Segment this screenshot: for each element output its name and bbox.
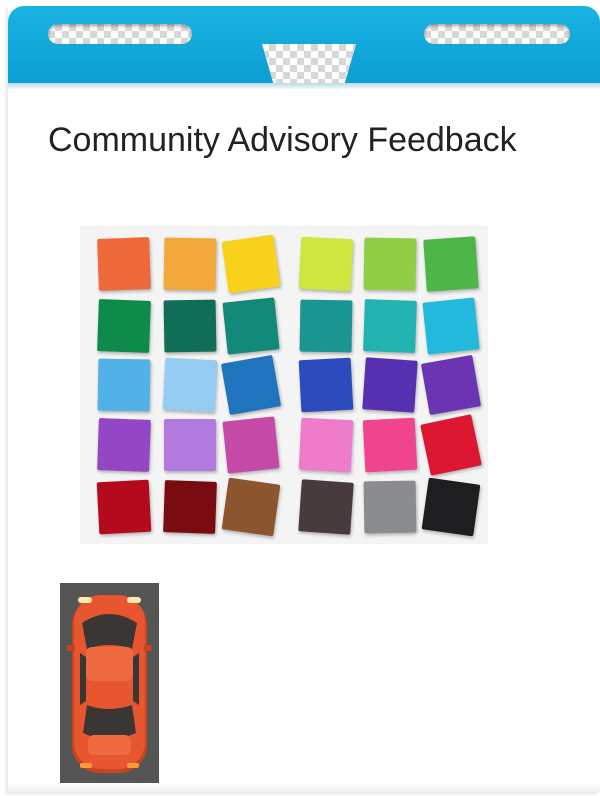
color-swatch — [163, 480, 217, 534]
color-swatch-grid — [80, 226, 488, 544]
color-swatch — [97, 418, 151, 472]
color-swatch — [299, 299, 353, 353]
color-swatch — [363, 299, 417, 353]
car-top-view-icon — [67, 595, 152, 773]
color-swatch — [298, 236, 354, 292]
color-swatch — [222, 297, 280, 355]
color-swatch — [420, 354, 482, 416]
color-swatch — [298, 479, 354, 535]
board-header-bar — [8, 6, 600, 83]
color-swatch — [164, 419, 216, 471]
color-swatch — [96, 479, 152, 535]
flip-chart-board: Community Advisory Feedback — [8, 6, 600, 792]
color-swatch — [362, 417, 418, 473]
color-swatch — [97, 299, 151, 353]
color-swatch — [362, 357, 418, 413]
color-swatch — [221, 234, 281, 294]
color-swatch — [363, 480, 417, 534]
header-slot-left — [48, 24, 192, 44]
color-swatch — [423, 236, 479, 292]
color-swatch — [363, 237, 417, 291]
color-swatch — [163, 237, 217, 291]
color-swatch — [298, 357, 354, 413]
color-swatch — [162, 357, 218, 413]
header-rim — [8, 83, 600, 89]
header-slot-right — [424, 24, 570, 44]
color-swatch — [222, 416, 280, 474]
board-clip — [262, 44, 356, 83]
page-title: Community Advisory Feedback — [48, 121, 517, 159]
color-swatch — [163, 299, 217, 353]
color-swatch — [220, 354, 282, 416]
paper-bottom-edge — [8, 784, 600, 792]
color-swatch — [422, 297, 480, 355]
color-swatch — [97, 237, 151, 291]
color-swatch — [221, 477, 281, 537]
car-image — [60, 583, 159, 783]
color-swatch — [298, 417, 354, 473]
color-swatch — [420, 414, 482, 476]
color-swatch — [421, 477, 481, 537]
color-swatch — [97, 358, 151, 412]
